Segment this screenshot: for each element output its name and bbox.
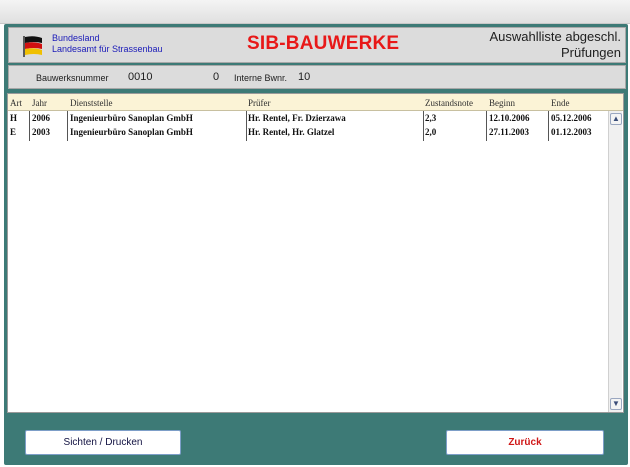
organization-name: Bundesland Landesamt für Strassenbau [52,33,163,55]
cell-pruefer: Hr. Rentel, Hr. Glatzel [248,127,335,137]
cell-jahr: 2003 [32,127,50,137]
interne-value: 10 [298,71,311,83]
flag-icon [23,36,42,57]
bauwerk-label: Bauwerksnummer [36,73,109,83]
cell-ende: 05.12.2006 [551,113,592,123]
cell-zustandsnote: 2,0 [425,127,437,137]
window-titlebar [0,0,630,24]
column-header-jahr: Jahr [32,98,47,108]
column-header-dienststelle: Dienststelle [70,98,113,108]
view-print-button[interactable]: Sichten / Drucken [25,430,181,455]
column-header-ende: Ende [551,98,570,108]
screen-title-line-2: Prüfungen [561,45,621,60]
cell-ende: 01.12.2003 [551,127,592,137]
table-header: Art Jahr Dienststelle Prüfer Zustandsnot… [8,94,623,111]
back-button[interactable]: Zurück [446,430,604,455]
screen-title: Auswahlliste abgeschl. Prüfungen [489,29,621,61]
scroll-down-icon[interactable]: ▼ [610,398,622,410]
cell-zustandsnote: 2,3 [425,113,437,123]
column-header-zustandsnote: Zustandsnote [425,98,473,108]
cell-jahr: 2006 [32,113,50,123]
org-line-2: Landesamt für Strassenbau [52,44,163,54]
column-header-art: Art [10,98,22,108]
structure-info-bar: Bauwerksnummer 0010 0 Interne Bwnr. 10 [8,65,626,89]
extra-value: 0 [213,71,220,83]
org-line-1: Bundesland [52,33,100,43]
cell-dienststelle: Ingenieurbüro Sanoplan GmbH [70,127,193,137]
inspection-list[interactable]: Art Jahr Dienststelle Prüfer Zustandsnot… [7,93,624,413]
table-row[interactable]: H 2006 Ingenieurbüro Sanoplan GmbH Hr. R… [8,112,608,126]
column-header-beginn: Beginn [489,98,515,108]
app-title: SIB-BAUWERKE [247,33,400,54]
cell-beginn: 12.10.2006 [489,113,530,123]
app-header: Bundesland Landesamt für Strassenbau SIB… [8,27,626,63]
cell-pruefer: Hr. Rentel, Fr. Dzierzawa [248,113,346,123]
cell-beginn: 27.11.2003 [489,127,530,137]
screen-title-line-1: Auswahlliste abgeschl. [489,29,621,44]
bauwerk-value: 0010 [128,71,153,83]
cell-dienststelle: Ingenieurbüro Sanoplan GmbH [70,113,193,123]
table-row[interactable]: E 2003 Ingenieurbüro Sanoplan GmbH Hr. R… [8,126,608,140]
vertical-scrollbar[interactable]: ▲ ▼ [608,111,622,412]
cell-art: H [10,113,18,123]
column-header-pruefer: Prüfer [248,98,271,108]
cell-art: E [10,127,17,137]
scroll-up-icon[interactable]: ▲ [610,113,622,125]
interne-label: Interne Bwnr. [234,73,288,83]
